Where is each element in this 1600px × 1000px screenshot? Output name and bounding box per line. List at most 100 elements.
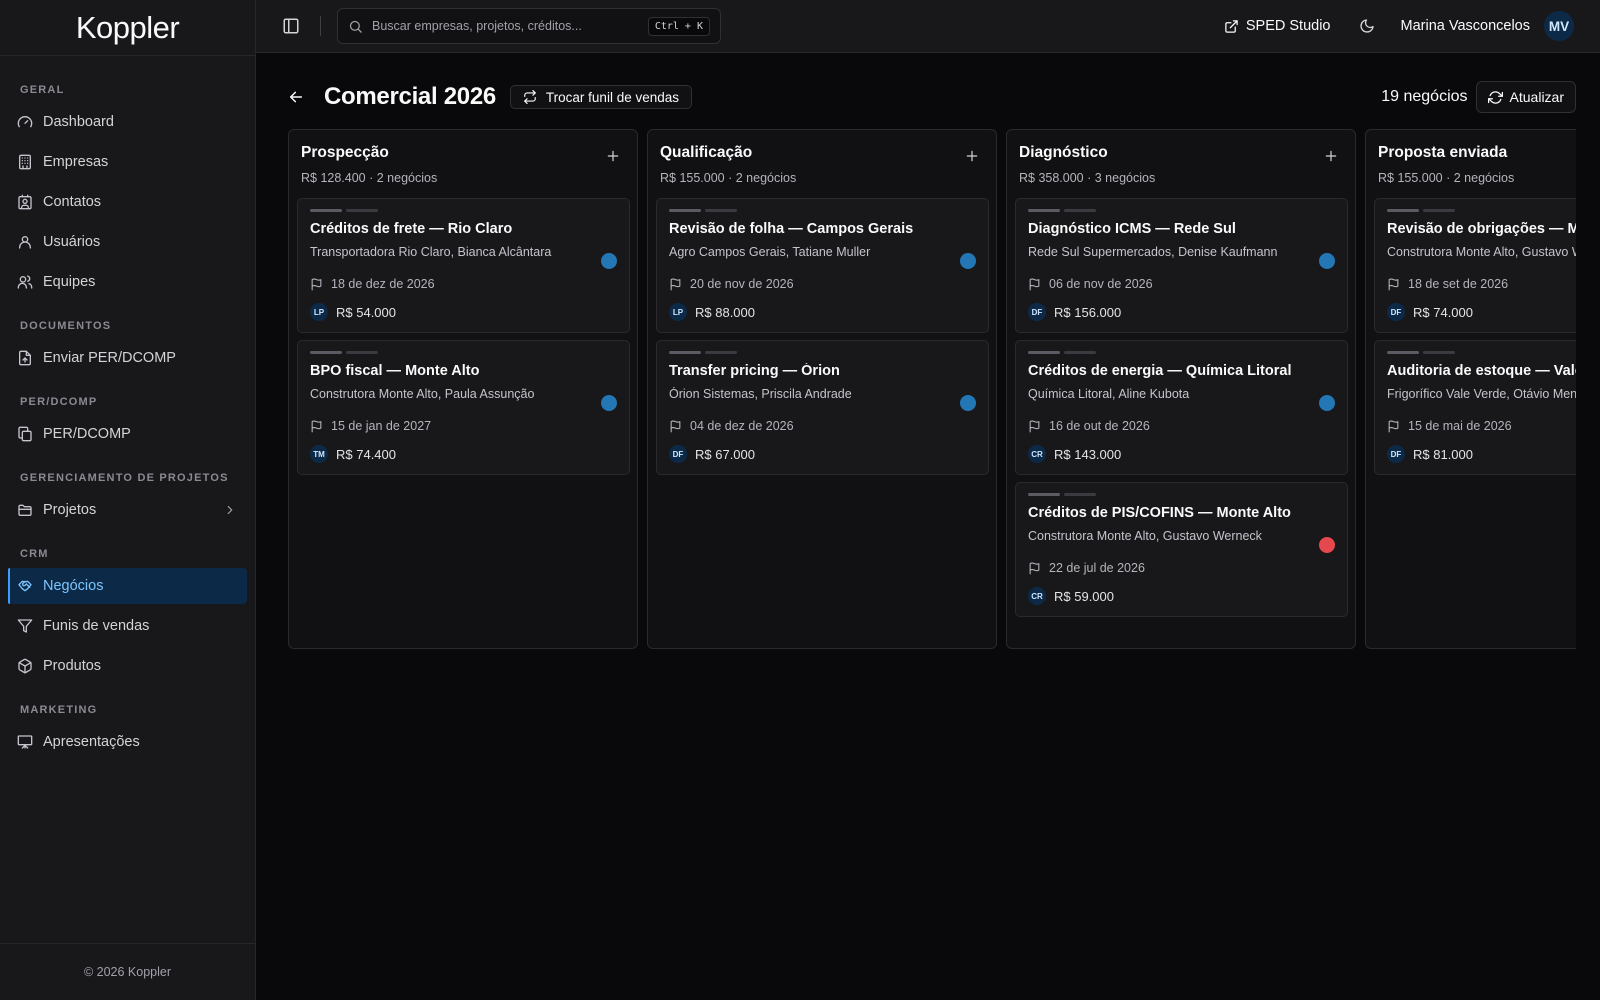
deal-company-contact: Construtora Monte Alto, Gustavo Werneck — [1028, 529, 1262, 543]
page-header: Comercial 2026 Trocar funil de vendas 19… — [288, 77, 1576, 117]
progress-step — [310, 351, 342, 354]
deal-date-text: 04 de dez de 2026 — [690, 419, 794, 433]
owner-avatar: LP — [310, 303, 328, 321]
add-deal-plus-icon[interactable] — [605, 148, 621, 164]
deal-title: Transfer pricing — Órion — [669, 363, 840, 379]
deal-company-contact: Agro Campos Gerais, Tatiane Muller — [669, 245, 871, 259]
user-avatar[interactable]: MV — [1544, 11, 1574, 41]
search-box[interactable]: Ctrl + K — [337, 8, 721, 44]
deal-title: Revisão de folha — Campos Gerais — [669, 221, 914, 237]
deal-status-dot — [1319, 253, 1335, 269]
deal-date-text: 20 de nov de 2026 — [690, 277, 794, 291]
sidebar-nav: GERAL Dashboard Empresas Contatos Usuários Eq… — [0, 56, 255, 760]
pipeline-column: Qualificação R$ 155.000 · 2 negócios Revis… — [647, 129, 997, 649]
progress-step — [310, 209, 342, 212]
file-upload-icon — [17, 350, 33, 366]
chevron-right-icon[interactable] — [223, 503, 237, 517]
deal-card[interactable]: Diagnóstico ICMS — Rede Sul Rede Sul Supe… — [1015, 198, 1348, 333]
progress-step — [669, 209, 701, 212]
flag-icon — [310, 420, 323, 433]
sidebar-item-apresentacoes[interactable]: Apresentações — [8, 724, 247, 760]
deal-company-contact: Construtora Monte Alto, Paula Assunção — [310, 387, 535, 401]
deal-owner-amount: DF R$ 67.000 — [669, 445, 755, 463]
deal-date-text: 15 de jan de 2027 — [331, 419, 432, 433]
deal-card[interactable]: Revisão de folha — Campos Gerais Agro Cam… — [656, 198, 989, 333]
deal-company-contact: Órion Sistemas, Priscila Andrade — [669, 387, 852, 401]
deal-progress-indicator — [1387, 351, 1455, 354]
search-icon — [348, 19, 363, 34]
deal-card[interactable]: Auditoria de estoque — Vale Frigorífico V… — [1374, 340, 1576, 475]
handshake-icon — [17, 578, 33, 594]
deal-company-contact: Rede Sul Supermercados, Denise Kaufmann — [1028, 245, 1278, 259]
deal-due-date: 15 de jan de 2027 — [310, 419, 431, 433]
refresh-button[interactable]: Atualizar — [1475, 81, 1576, 113]
deal-amount: R$ 54.000 — [336, 304, 396, 320]
sidebar-item-label: PER/DCOMP — [43, 426, 131, 442]
topbar-divider — [320, 16, 321, 36]
sidebar-item-produtos[interactable]: Produtos — [8, 648, 247, 684]
column-title: Proposta enviada — [1378, 144, 1508, 161]
sidebar-item-enviar-per-dcomp[interactable]: Enviar PER/DCOMP — [8, 340, 247, 376]
sidebar-item-negocios[interactable]: Negócios — [8, 568, 247, 604]
sidebar-item-contatos[interactable]: Contatos — [8, 184, 247, 220]
app-logo[interactable]: Koppler — [0, 0, 255, 56]
progress-step — [346, 351, 378, 354]
deal-title: Diagnóstico ICMS — Rede Sul — [1028, 221, 1236, 237]
switch-pipeline-button[interactable]: Trocar funil de vendas — [509, 85, 692, 109]
deal-due-date: 22 de jul de 2026 — [1028, 561, 1145, 575]
deal-title: Auditoria de estoque — Vale — [1387, 363, 1576, 379]
flag-icon — [1387, 420, 1400, 433]
sidebar-item-dashboard[interactable]: Dashboard — [8, 104, 247, 140]
back-arrow-icon[interactable] — [288, 89, 304, 105]
pipeline-column: Diagnóstico R$ 358.000 · 3 negócios Diagnó… — [1006, 129, 1356, 649]
building-icon — [17, 154, 33, 170]
user-icon — [17, 234, 33, 250]
progress-step — [1028, 351, 1060, 354]
deal-title: Créditos de frete — Rio Claro — [310, 221, 513, 237]
deal-progress-indicator — [1028, 493, 1096, 496]
sidebar-item-empresas[interactable]: Empresas — [8, 144, 247, 180]
add-deal-plus-icon[interactable] — [964, 148, 980, 164]
search-input[interactable] — [372, 19, 639, 33]
sidebar-footer: © 2026 Koppler — [0, 943, 255, 1000]
presentation-icon — [17, 734, 33, 750]
deal-card[interactable]: Revisão de obrigações — Mo Construtora Mo… — [1374, 198, 1576, 333]
theme-toggle-moon-icon[interactable] — [1359, 18, 1375, 34]
deal-due-date: 06 de nov de 2026 — [1028, 277, 1153, 291]
pipeline-column: Prospecção R$ 128.400 · 2 negócios Crédito… — [288, 129, 638, 649]
flag-icon — [1028, 420, 1041, 433]
column-header: Prospecção R$ 128.400 · 2 negócios — [301, 144, 625, 185]
deal-date-text: 18 de dez de 2026 — [331, 277, 435, 291]
deal-card[interactable]: Créditos de frete — Rio Claro Transportad… — [297, 198, 630, 333]
files-icon — [17, 426, 33, 442]
sidebar-item-label: Usuários — [43, 234, 101, 250]
sidebar-toggle-icon[interactable] — [282, 17, 300, 35]
sidebar-item-equipes[interactable]: Equipes — [8, 264, 247, 300]
sidebar-item-per-dcomp[interactable]: PER/DCOMP — [8, 416, 247, 452]
sped-studio-link[interactable]: SPED Studio — [1224, 18, 1331, 34]
deal-card[interactable]: BPO fiscal — Monte Alto Construtora Monte… — [297, 340, 630, 475]
progress-step — [705, 351, 737, 354]
progress-step — [1423, 209, 1455, 212]
deal-title: Créditos de energia — Química Litoral — [1028, 363, 1292, 379]
sidebar-item-projetos[interactable]: Projetos — [8, 492, 247, 528]
deal-card[interactable]: Transfer pricing — Órion Órion Sistemas, … — [656, 340, 989, 475]
sidebar-item-label: Contatos — [43, 194, 102, 210]
deal-card[interactable]: Créditos de energia — Química Litoral Quí… — [1015, 340, 1348, 475]
user-name[interactable]: Marina Vasconcelos — [1401, 18, 1531, 34]
deal-company-contact: Frigorífico Vale Verde, Otávio Men — [1387, 387, 1576, 401]
header-right: 19 negócios Atualizar — [1381, 81, 1576, 113]
sidebar-item-label: Enviar PER/DCOMP — [43, 350, 176, 366]
column-title: Qualificação — [660, 144, 753, 161]
deal-status-dot — [601, 395, 617, 411]
deal-due-date: 20 de nov de 2026 — [669, 277, 794, 291]
sidebar-item-funis-de-vendas[interactable]: Funis de vendas — [8, 608, 247, 644]
deal-card[interactable]: Créditos de PIS/COFINS — Monte Alto Const… — [1015, 482, 1348, 617]
deal-company-contact: Construtora Monte Alto, Gustavo W — [1387, 245, 1576, 259]
refresh-icon — [1487, 90, 1503, 105]
deal-amount: R$ 143.000 — [1054, 446, 1122, 462]
add-deal-plus-icon[interactable] — [1323, 148, 1339, 164]
flag-icon — [669, 278, 682, 291]
sidebar-item-usuarios[interactable]: Usuários — [8, 224, 247, 260]
users-icon — [17, 274, 33, 290]
